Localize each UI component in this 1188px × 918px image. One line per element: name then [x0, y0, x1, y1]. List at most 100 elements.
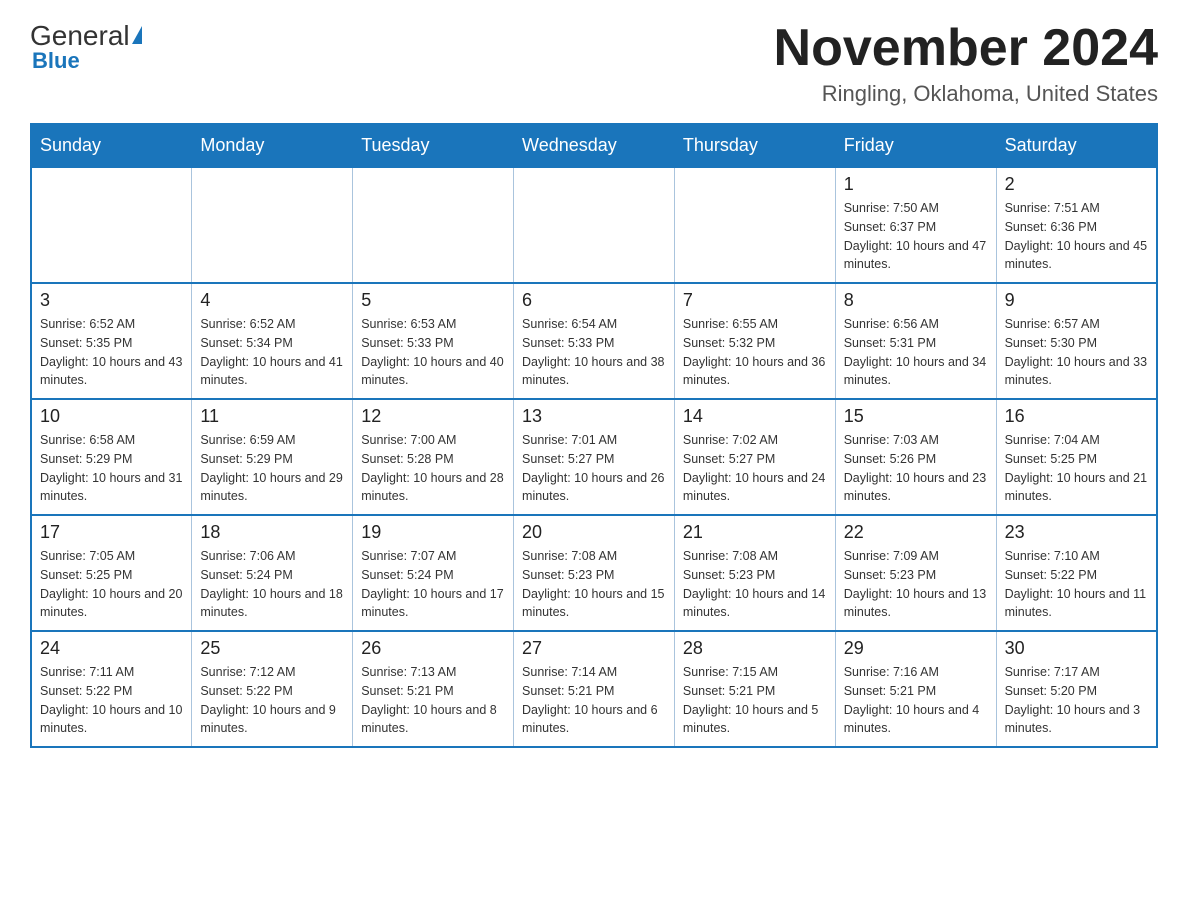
day-info: Sunrise: 7:07 AMSunset: 5:24 PMDaylight:… [361, 547, 505, 622]
calendar-cell: 8 Sunrise: 6:56 AMSunset: 5:31 PMDaylight… [835, 283, 996, 399]
logo-blue-text: Blue [30, 48, 80, 74]
calendar-cell: 7 Sunrise: 6:55 AMSunset: 5:32 PMDaylight… [674, 283, 835, 399]
column-header-monday: Monday [192, 124, 353, 167]
day-number: 12 [361, 406, 505, 427]
calendar-cell: 30 Sunrise: 7:17 AMSunset: 5:20 PMDayligh… [996, 631, 1157, 747]
calendar-cell: 22 Sunrise: 7:09 AMSunset: 5:23 PMDayligh… [835, 515, 996, 631]
calendar-cell [674, 167, 835, 283]
calendar-cell: 3 Sunrise: 6:52 AMSunset: 5:35 PMDaylight… [31, 283, 192, 399]
day-number: 10 [40, 406, 183, 427]
calendar-cell: 27Sunrise: 7:14 AMSunset: 5:21 PMDayligh… [514, 631, 675, 747]
day-info: Sunrise: 6:59 AMSunset: 5:29 PMDaylight:… [200, 431, 344, 506]
calendar-cell: 28 Sunrise: 7:15 AMSunset: 5:21 PMDayligh… [674, 631, 835, 747]
calendar-cell: 20 Sunrise: 7:08 AMSunset: 5:23 PMDayligh… [514, 515, 675, 631]
logo: General Blue [30, 20, 142, 74]
column-header-saturday: Saturday [996, 124, 1157, 167]
calendar-cell: 12 Sunrise: 7:00 AMSunset: 5:28 PMDayligh… [353, 399, 514, 515]
day-info: Sunrise: 7:51 AMSunset: 6:36 PMDaylight:… [1005, 199, 1148, 274]
day-number: 25 [200, 638, 344, 659]
day-info: Sunrise: 6:57 AMSunset: 5:30 PMDaylight:… [1005, 315, 1148, 390]
day-number: 4 [200, 290, 344, 311]
day-number: 14 [683, 406, 827, 427]
title-area: November 2024 Ringling, Oklahoma, United… [774, 20, 1158, 107]
day-info: Sunrise: 7:04 AMSunset: 5:25 PMDaylight:… [1005, 431, 1148, 506]
day-info: Sunrise: 6:54 AMSunset: 5:33 PMDaylight:… [522, 315, 666, 390]
day-info: Sunrise: 6:53 AMSunset: 5:33 PMDaylight:… [361, 315, 505, 390]
calendar-week-row: 17 Sunrise: 7:05 AMSunset: 5:25 PMDayligh… [31, 515, 1157, 631]
day-number: 27 [522, 638, 666, 659]
day-info: Sunrise: 7:08 AMSunset: 5:23 PMDaylight:… [522, 547, 666, 622]
day-info: Sunrise: 6:52 AMSunset: 5:35 PMDaylight:… [40, 315, 183, 390]
day-info: Sunrise: 7:17 AMSunset: 5:20 PMDaylight:… [1005, 663, 1148, 738]
calendar-header-row: SundayMondayTuesdayWednesdayThursdayFrid… [31, 124, 1157, 167]
day-info: Sunrise: 7:01 AMSunset: 5:27 PMDaylight:… [522, 431, 666, 506]
day-info: Sunrise: 7:12 AMSunset: 5:22 PMDaylight:… [200, 663, 344, 738]
logo-triangle-icon [132, 26, 142, 44]
column-header-wednesday: Wednesday [514, 124, 675, 167]
location-title: Ringling, Oklahoma, United States [774, 81, 1158, 107]
day-number: 11 [200, 406, 344, 427]
day-info: Sunrise: 6:52 AMSunset: 5:34 PMDaylight:… [200, 315, 344, 390]
calendar-cell: 5 Sunrise: 6:53 AMSunset: 5:33 PMDaylight… [353, 283, 514, 399]
day-number: 17 [40, 522, 183, 543]
calendar-cell: 24 Sunrise: 7:11 AMSunset: 5:22 PMDayligh… [31, 631, 192, 747]
day-number: 28 [683, 638, 827, 659]
calendar-cell: 18 Sunrise: 7:06 AMSunset: 5:24 PMDayligh… [192, 515, 353, 631]
calendar-cell: 10 Sunrise: 6:58 AMSunset: 5:29 PMDayligh… [31, 399, 192, 515]
calendar-cell: 9 Sunrise: 6:57 AMSunset: 5:30 PMDaylight… [996, 283, 1157, 399]
day-info: Sunrise: 7:06 AMSunset: 5:24 PMDaylight:… [200, 547, 344, 622]
day-number: 22 [844, 522, 988, 543]
day-number: 29 [844, 638, 988, 659]
day-number: 3 [40, 290, 183, 311]
calendar-cell: 4 Sunrise: 6:52 AMSunset: 5:34 PMDaylight… [192, 283, 353, 399]
calendar-cell [353, 167, 514, 283]
day-number: 15 [844, 406, 988, 427]
day-info: Sunrise: 7:03 AMSunset: 5:26 PMDaylight:… [844, 431, 988, 506]
day-number: 19 [361, 522, 505, 543]
column-header-tuesday: Tuesday [353, 124, 514, 167]
day-number: 7 [683, 290, 827, 311]
calendar-cell: 25 Sunrise: 7:12 AMSunset: 5:22 PMDayligh… [192, 631, 353, 747]
day-number: 20 [522, 522, 666, 543]
day-info: Sunrise: 6:56 AMSunset: 5:31 PMDaylight:… [844, 315, 988, 390]
calendar-cell: 21Sunrise: 7:08 AMSunset: 5:23 PMDayligh… [674, 515, 835, 631]
column-header-friday: Friday [835, 124, 996, 167]
day-number: 5 [361, 290, 505, 311]
day-number: 9 [1005, 290, 1148, 311]
day-number: 18 [200, 522, 344, 543]
day-info: Sunrise: 7:05 AMSunset: 5:25 PMDaylight:… [40, 547, 183, 622]
month-title: November 2024 [774, 20, 1158, 77]
day-number: 24 [40, 638, 183, 659]
day-info: Sunrise: 7:11 AMSunset: 5:22 PMDaylight:… [40, 663, 183, 738]
day-info: Sunrise: 6:55 AMSunset: 5:32 PMDaylight:… [683, 315, 827, 390]
day-info: Sunrise: 7:09 AMSunset: 5:23 PMDaylight:… [844, 547, 988, 622]
calendar-cell: 15 Sunrise: 7:03 AMSunset: 5:26 PMDayligh… [835, 399, 996, 515]
calendar-cell: 2Sunrise: 7:51 AMSunset: 6:36 PMDaylight… [996, 167, 1157, 283]
calendar-cell: 19 Sunrise: 7:07 AMSunset: 5:24 PMDayligh… [353, 515, 514, 631]
day-number: 6 [522, 290, 666, 311]
calendar-cell: 1Sunrise: 7:50 AMSunset: 6:37 PMDaylight… [835, 167, 996, 283]
calendar-cell: 13 Sunrise: 7:01 AMSunset: 5:27 PMDayligh… [514, 399, 675, 515]
day-info: Sunrise: 7:13 AMSunset: 5:21 PMDaylight:… [361, 663, 505, 738]
day-number: 30 [1005, 638, 1148, 659]
calendar-cell [31, 167, 192, 283]
day-number: 21 [683, 522, 827, 543]
calendar-cell: 14 Sunrise: 7:02 AMSunset: 5:27 PMDayligh… [674, 399, 835, 515]
calendar-cell: 6 Sunrise: 6:54 AMSunset: 5:33 PMDaylight… [514, 283, 675, 399]
day-info: Sunrise: 7:10 AMSunset: 5:22 PMDaylight:… [1005, 547, 1148, 622]
day-number: 13 [522, 406, 666, 427]
page-header: General Blue November 2024 Ringling, Okl… [30, 20, 1158, 107]
column-header-sunday: Sunday [31, 124, 192, 167]
day-number: 23 [1005, 522, 1148, 543]
calendar-cell [514, 167, 675, 283]
calendar-week-row: 1Sunrise: 7:50 AMSunset: 6:37 PMDaylight… [31, 167, 1157, 283]
calendar-cell: 26Sunrise: 7:13 AMSunset: 5:21 PMDayligh… [353, 631, 514, 747]
day-info: Sunrise: 6:58 AMSunset: 5:29 PMDaylight:… [40, 431, 183, 506]
day-info: Sunrise: 7:00 AMSunset: 5:28 PMDaylight:… [361, 431, 505, 506]
calendar-cell: 17 Sunrise: 7:05 AMSunset: 5:25 PMDayligh… [31, 515, 192, 631]
day-info: Sunrise: 7:15 AMSunset: 5:21 PMDaylight:… [683, 663, 827, 738]
calendar-table: SundayMondayTuesdayWednesdayThursdayFrid… [30, 123, 1158, 748]
day-number: 8 [844, 290, 988, 311]
calendar-week-row: 10 Sunrise: 6:58 AMSunset: 5:29 PMDayligh… [31, 399, 1157, 515]
day-info: Sunrise: 7:02 AMSunset: 5:27 PMDaylight:… [683, 431, 827, 506]
